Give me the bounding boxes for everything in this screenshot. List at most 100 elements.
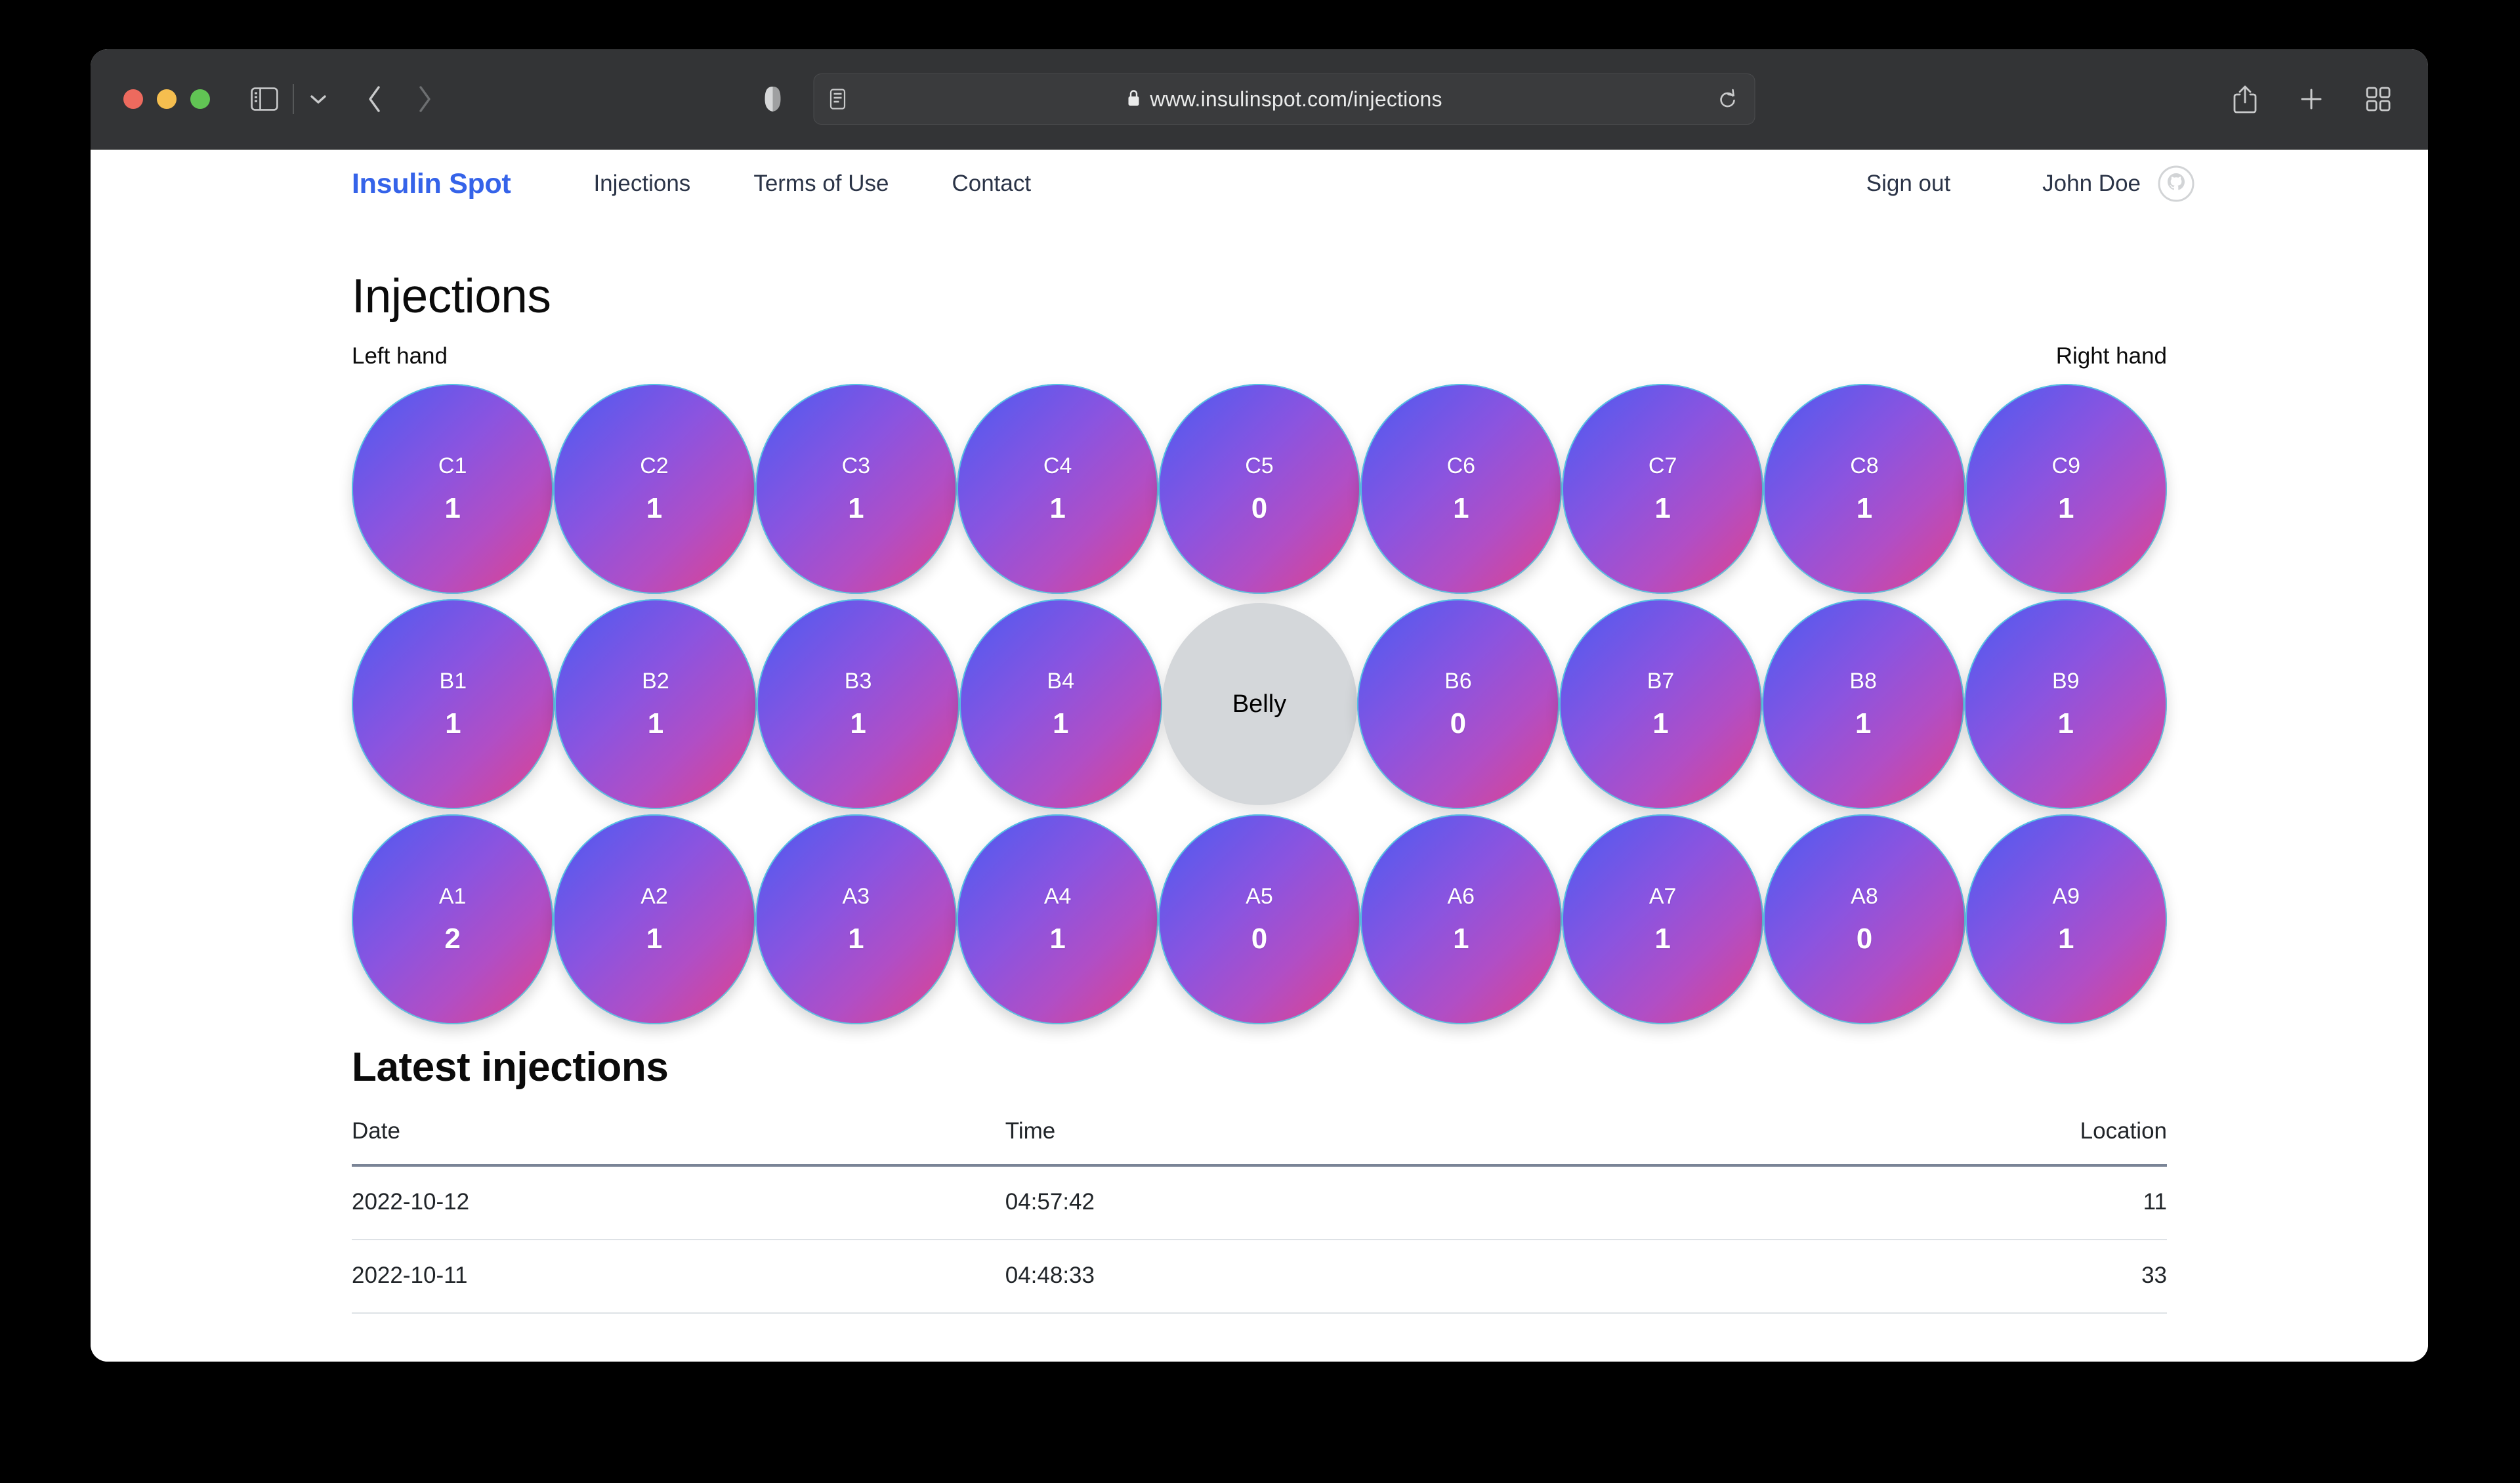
spot-code-label: A2: [640, 884, 668, 909]
sidebar-icon[interactable]: [251, 87, 278, 111]
minimize-window-button[interactable]: [157, 89, 177, 109]
injection-spot-b8[interactable]: B8 1: [1761, 599, 1965, 809]
site-navbar: Insulin Spot Injections Terms of Use Con…: [91, 150, 2428, 218]
injection-spot-a9[interactable]: A9 1: [1965, 814, 2167, 1024]
address-bar[interactable]: www.insulinspot.com/injections: [813, 73, 1755, 125]
injection-spot-belly[interactable]: Belly: [1162, 603, 1357, 805]
maximize-window-button[interactable]: [190, 89, 210, 109]
spot-code-label: B7: [1647, 669, 1675, 694]
injection-spot-a3[interactable]: A3 1: [755, 814, 957, 1024]
injection-spot-c6[interactable]: C6 1: [1360, 384, 1562, 594]
spot-count-value: 1: [1654, 923, 1671, 955]
table-row[interactable]: 2022-10-12 04:57:42 11: [352, 1165, 2167, 1240]
injection-spot-c2[interactable]: C2 1: [553, 384, 755, 594]
table-row[interactable]: 2022-10-11 04:48:33 33: [352, 1240, 2167, 1314]
url-text: www.insulinspot.com/injections: [1150, 87, 1442, 111]
spot-count-value: 1: [2058, 923, 2074, 955]
injection-spot-c5[interactable]: C5 0: [1158, 384, 1360, 594]
sign-out-link[interactable]: Sign out: [1866, 171, 1950, 197]
share-icon[interactable]: [2233, 84, 2258, 114]
chevron-down-icon[interactable]: [308, 93, 328, 106]
injection-spot-b1[interactable]: B1 1: [352, 599, 555, 809]
spot-count-value: 0: [1450, 707, 1467, 740]
injection-spot-b2[interactable]: B2 1: [554, 599, 757, 809]
spot-count-value: 1: [848, 492, 864, 524]
left-hand-label: Left hand: [352, 343, 448, 369]
spot-count-value: 1: [1049, 923, 1066, 955]
spot-count-value: 1: [1453, 923, 1469, 955]
nav-link-terms-of-use[interactable]: Terms of Use: [753, 171, 889, 197]
injection-spot-a2[interactable]: A2 1: [553, 814, 755, 1024]
latest-injections-title: Latest injections: [352, 1045, 669, 1090]
nav-link-injections[interactable]: Injections: [593, 171, 690, 197]
toolbar-divider: [293, 84, 294, 114]
injection-spot-b4[interactable]: B4 1: [959, 599, 1162, 809]
spot-code-label: C7: [1648, 453, 1677, 478]
injection-spot-c3[interactable]: C3 1: [755, 384, 957, 594]
close-window-button[interactable]: [123, 89, 143, 109]
injection-spot-a1[interactable]: A1 2: [352, 814, 554, 1024]
spot-count-value: 2: [444, 923, 461, 955]
injection-date-cell: 2022-10-12: [352, 1165, 1005, 1240]
nav-link-contact[interactable]: Contact: [952, 171, 1031, 197]
injection-spot-c9[interactable]: C9 1: [1965, 384, 2167, 594]
spot-code-label: A4: [1043, 884, 1072, 909]
nav-right: Sign out John Doe: [1866, 165, 2194, 202]
spot-code-label: A5: [1246, 884, 1273, 909]
spot-count-value: 1: [2057, 707, 2074, 740]
injection-spot-c1[interactable]: C1 1: [352, 384, 554, 594]
spot-code-label: A9: [2052, 884, 2080, 909]
browser-window: www.insulinspot.com/injections Insulin S…: [91, 49, 2428, 1362]
spot-code-label: C5: [1245, 453, 1274, 478]
injection-spot-a6[interactable]: A6 1: [1360, 814, 1562, 1024]
injection-spot-c8[interactable]: C8 1: [1763, 384, 1965, 594]
site-brand[interactable]: Insulin Spot: [352, 168, 511, 200]
injection-location-cell: 11: [1803, 1165, 2167, 1240]
injection-spot-b7[interactable]: B7 1: [1559, 599, 1762, 809]
spot-row-a: A1 2 A2 1 A3 1 A4 1 A5 0 A6 1 A7 1 A8 0 A9 1: [352, 814, 2167, 1024]
spot-count-value: 1: [850, 707, 866, 740]
injection-time-cell: 04:57:42: [1005, 1165, 1804, 1240]
plus-icon[interactable]: [2298, 86, 2324, 112]
spot-code-label: A3: [842, 884, 870, 909]
spot-code-label: A7: [1648, 884, 1677, 909]
injection-spot-a4[interactable]: A4 1: [956, 814, 1159, 1024]
spot-code-label: B9: [2051, 669, 2080, 694]
spot-count-value: 1: [848, 923, 864, 955]
github-octocat-icon[interactable]: [2158, 165, 2194, 202]
spot-code-label: A6: [1447, 884, 1475, 909]
spot-count-value: 1: [1856, 492, 1873, 524]
injection-spot-c4[interactable]: C4 1: [956, 384, 1159, 594]
injection-spot-b6[interactable]: B6 0: [1356, 599, 1560, 809]
table-header-row: Date Time Location: [352, 1118, 2167, 1167]
spot-code-label: B6: [1444, 669, 1472, 694]
spot-count-value: 1: [647, 707, 664, 740]
lock-icon: [1126, 89, 1141, 110]
injection-spot-a7[interactable]: A7 1: [1561, 814, 1764, 1024]
privacy-shield-icon[interactable]: [764, 86, 782, 112]
injection-spot-b9[interactable]: B9 1: [1964, 599, 2168, 809]
spot-count-value: 1: [444, 492, 461, 524]
injection-spot-a8[interactable]: A8 0: [1763, 814, 1965, 1024]
hand-labels: Left hand Right hand: [352, 343, 2167, 369]
toolbar-right-actions: [2233, 84, 2391, 114]
injection-spot-c7[interactable]: C7 1: [1561, 384, 1764, 594]
injection-spot-a5[interactable]: A5 0: [1158, 814, 1360, 1024]
right-hand-label: Right hand: [2055, 343, 2167, 369]
url-display: www.insulinspot.com/injections: [814, 87, 1755, 112]
injection-spot-b3[interactable]: B3 1: [757, 599, 959, 809]
user-name-label: John Doe: [2042, 171, 2141, 196]
spot-count-value: 0: [1856, 923, 1873, 955]
spot-code-label: C9: [2051, 453, 2081, 478]
reader-view-icon[interactable]: [830, 89, 846, 110]
injection-spot-grid: C1 1 C2 1 C3 1 C4 1 C5 0 C6 1 C7 1 C8 1 C9 1 B1 1 B2 1 B3 1 B4 1 B…: [352, 384, 2168, 1024]
spot-count-value: 1: [1453, 492, 1469, 524]
spot-count-value: 1: [646, 492, 663, 524]
back-chevron-icon[interactable]: [366, 85, 383, 114]
tab-overview-icon[interactable]: [2365, 86, 2391, 112]
reload-icon[interactable]: [1718, 88, 1738, 110]
spot-count-value: 1: [1052, 707, 1069, 740]
spot-code-label: C8: [1850, 453, 1879, 478]
forward-chevron-icon[interactable]: [416, 85, 433, 114]
injection-time-cell: 04:48:33: [1005, 1240, 1804, 1314]
